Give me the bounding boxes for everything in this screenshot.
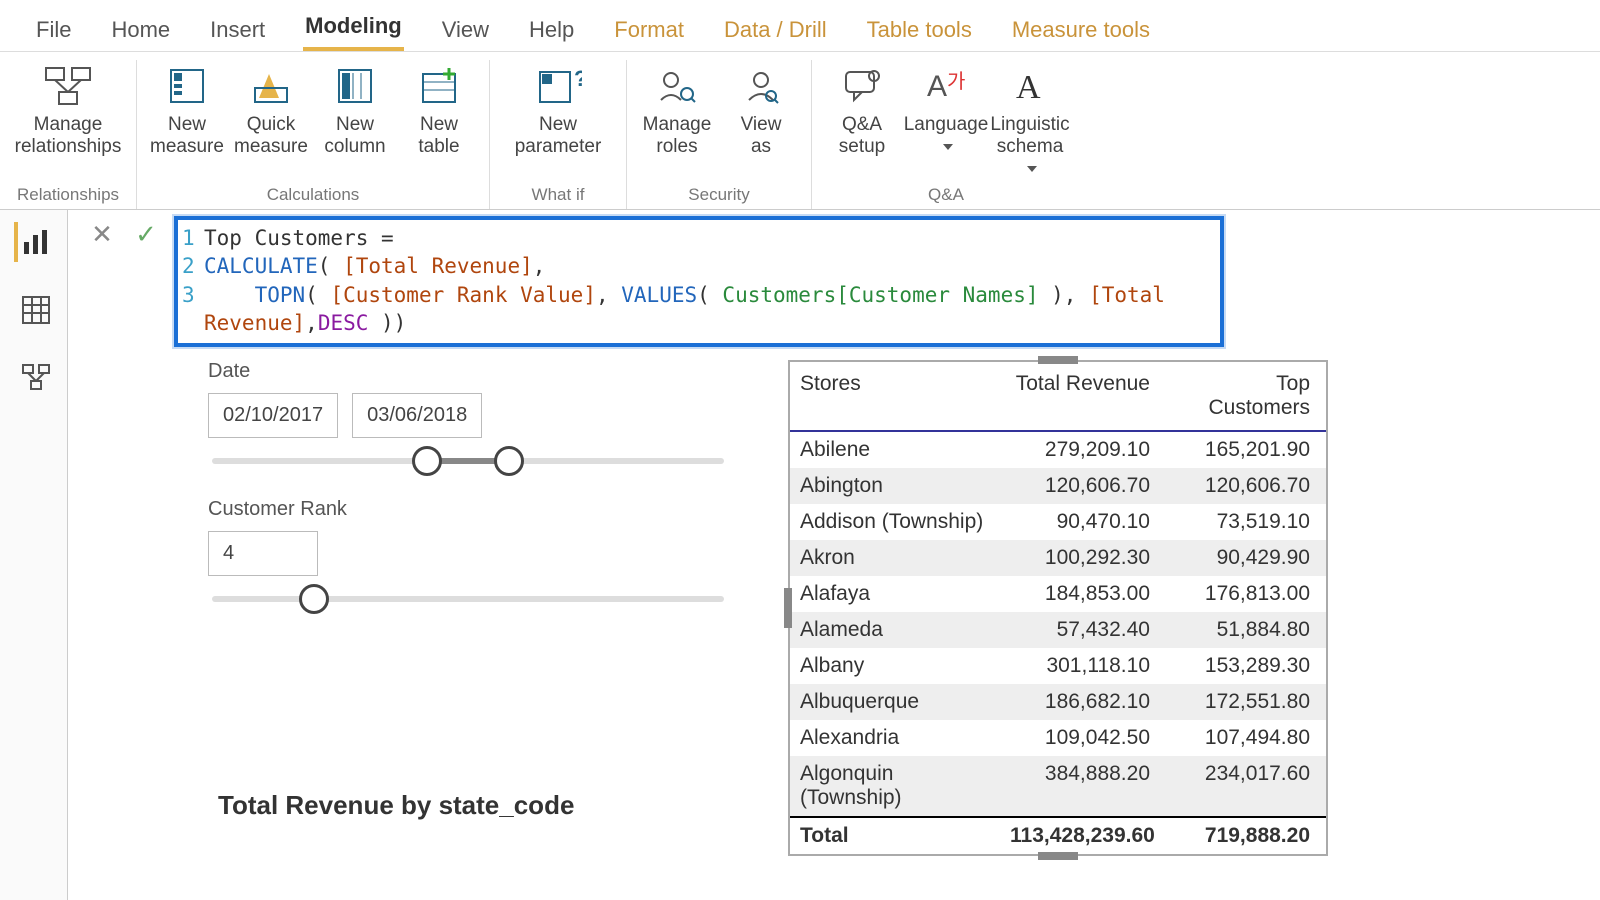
date-slider-thumb-to[interactable] — [494, 446, 524, 476]
col-header[interactable]: Total Revenue — [1000, 362, 1160, 430]
formula-bar: ✕ ✓ Dy 1Top Customers = 2CALCULATE( [Tot… — [68, 210, 1600, 347]
group-label: Relationships — [17, 183, 119, 209]
formula-cancel-button[interactable]: ✕ — [80, 216, 124, 252]
ribbon-body: Manage relationships Relationships Newme… — [0, 52, 1600, 210]
chevron-down-icon — [1027, 166, 1037, 172]
ribbon-tab-data-drill[interactable]: Data / Drill — [722, 13, 829, 51]
resize-handle-left[interactable] — [784, 588, 792, 628]
report-canvas: ✕ ✓ Dy 1Top Customers = 2CALCULATE( [Tot… — [68, 210, 1600, 900]
table-body: Abilene279,209.10165,201.90Abington120,6… — [790, 432, 1326, 816]
formula-commit-button[interactable]: ✓ — [124, 216, 168, 252]
table-row[interactable]: Algonquin (Township)384,888.20234,017.60 — [790, 756, 1326, 816]
table-row[interactable]: Alafaya184,853.00176,813.00 — [790, 576, 1326, 612]
ribbon-group-qa: Q&Asetup A가Language ALinguisticschema Q&… — [812, 60, 1080, 209]
resize-handle-bottom[interactable] — [1038, 852, 1078, 860]
group-label: Q&A — [928, 183, 964, 209]
col-header[interactable]: Top Customers — [1160, 362, 1320, 430]
ribbon-tab-modeling[interactable]: Modeling — [303, 9, 404, 51]
date-to-input[interactable]: 03/06/2018 — [352, 393, 482, 438]
slicer-title: Date — [208, 360, 728, 383]
ribbon-tab-file[interactable]: File — [34, 13, 73, 51]
ribbon-tab-measure-tools[interactable]: Measure tools — [1010, 13, 1152, 51]
security-icon — [653, 62, 701, 110]
ribbon-tab-insert[interactable]: Insert — [208, 13, 267, 51]
relationships-icon — [44, 62, 92, 110]
ribbon-tab-help[interactable]: Help — [527, 13, 576, 51]
new-column-button[interactable]: Newcolumn — [313, 60, 397, 158]
date-slider-track[interactable] — [212, 458, 724, 464]
group-label: What if — [532, 183, 585, 209]
ribbon-tab-format[interactable]: Format — [612, 13, 686, 51]
rank-value-input[interactable]: 4 — [208, 531, 318, 576]
view-as-button[interactable]: Viewas — [719, 60, 803, 158]
rank-slicer[interactable]: Customer Rank 4 — [208, 498, 728, 602]
manage-roles-button[interactable]: Manageroles — [635, 60, 719, 158]
ribbon-tab-table-tools[interactable]: Table tools — [865, 13, 974, 51]
qa-icon: A — [1006, 62, 1054, 110]
label: parameter — [515, 136, 602, 158]
language-button[interactable]: A가Language — [904, 60, 988, 158]
table-row[interactable]: Albany301,118.10153,289.30 — [790, 648, 1326, 684]
group-label: Security — [688, 183, 749, 209]
table-row[interactable]: Abington120,606.70120,606.70 — [790, 468, 1326, 504]
label: Manage — [34, 114, 103, 136]
table-total-row: Total 113,428,239.60 719,888.20 — [790, 816, 1326, 854]
chart-title: Total Revenue by state_code — [218, 790, 574, 821]
new-table-button[interactable]: Newtable — [397, 60, 481, 158]
manage-relationships-button[interactable]: Manage relationships — [8, 60, 128, 158]
stores-table-visual[interactable]: Stores Total Revenue Top Customers Abile… — [788, 360, 1328, 856]
ribbon-tab-view[interactable]: View — [440, 13, 491, 51]
table-row[interactable]: Albuquerque186,682.10172,551.80 — [790, 684, 1326, 720]
ribbon-group-whatif: ? New parameter What if — [490, 60, 627, 209]
q-a-setupbutton[interactable]: Q&Asetup — [820, 60, 904, 158]
total-value: 113,428,239.60 — [1000, 818, 1160, 854]
new-measure-button[interactable]: Newmeasure — [145, 60, 229, 158]
total-value: 719,888.20 — [1160, 818, 1320, 854]
calc-icon — [247, 62, 295, 110]
left-nav — [0, 210, 68, 900]
chevron-down-icon — [943, 144, 953, 150]
table-row[interactable]: Abilene279,209.10165,201.90 — [790, 432, 1326, 468]
ribbon-tabs: File Home Insert Modeling View Help Format Data… — [0, 0, 1600, 52]
label: relationships — [15, 136, 122, 158]
slicer-title: Customer Rank — [208, 498, 728, 521]
ribbon-tab-home[interactable]: Home — [109, 13, 172, 51]
quick-measure-button[interactable]: Quickmeasure — [229, 60, 313, 158]
rank-slider-track[interactable] — [212, 596, 724, 602]
date-from-input[interactable]: 02/10/2017 — [208, 393, 338, 438]
svg-text:A: A — [1016, 69, 1041, 106]
rank-slider-thumb[interactable] — [299, 584, 329, 614]
linguistic-schemabutton[interactable]: ALinguisticschema — [988, 60, 1072, 180]
table-row[interactable]: Addison (Township)90,470.1073,519.10 — [790, 504, 1326, 540]
data-view-button[interactable] — [14, 290, 54, 330]
col-header[interactable]: Stores — [790, 362, 1000, 430]
qa-icon: A가 — [922, 62, 970, 110]
label: New — [539, 114, 577, 136]
qa-icon — [838, 62, 886, 110]
table-row[interactable]: Alameda57,432.4051,884.80 — [790, 612, 1326, 648]
ribbon-group-security: ManagerolesViewas Security — [627, 60, 812, 209]
ribbon-group-relationships: Manage relationships Relationships — [0, 60, 137, 209]
ribbon-group-calculations: NewmeasureQuickmeasureNewcolumnNewtable … — [137, 60, 490, 209]
calc-icon — [415, 62, 463, 110]
table-header: Stores Total Revenue Top Customers — [790, 362, 1326, 432]
date-slider-thumb-from[interactable] — [412, 446, 442, 476]
calc-icon — [331, 62, 379, 110]
calc-icon — [163, 62, 211, 110]
group-label: Calculations — [267, 183, 360, 209]
table-row[interactable]: Alexandria109,042.50107,494.80 — [790, 720, 1326, 756]
svg-text:A: A — [927, 70, 947, 103]
security-icon — [737, 62, 785, 110]
svg-text:?: ? — [574, 66, 582, 91]
svg-text:가: 가 — [947, 70, 965, 93]
model-view-button[interactable] — [14, 358, 54, 398]
resize-handle-top[interactable] — [1038, 356, 1078, 364]
new-parameter-button[interactable]: ? New parameter — [498, 60, 618, 158]
report-view-button[interactable] — [14, 222, 54, 262]
formula-editor[interactable]: 1Top Customers = 2CALCULATE( [Total Reve… — [174, 216, 1224, 347]
total-label: Total — [790, 818, 1000, 854]
table-row[interactable]: Akron100,292.3090,429.90 — [790, 540, 1326, 576]
date-slicer[interactable]: Date 02/10/2017 03/06/2018 — [208, 360, 728, 464]
parameter-icon: ? — [534, 62, 582, 110]
